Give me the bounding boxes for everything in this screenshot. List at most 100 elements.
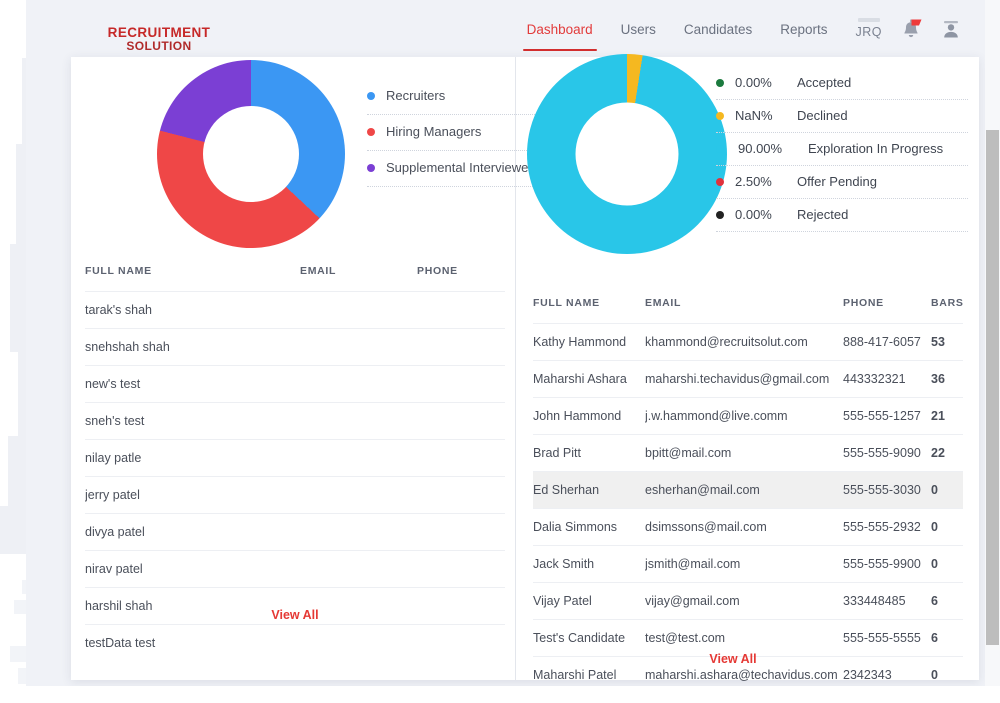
cell-email — [300, 550, 417, 588]
cell-phone: 555-555-9090 — [843, 434, 931, 472]
cell-email — [300, 328, 417, 366]
brand-logo[interactable]: RECRUITMENT SOLUTION — [84, 25, 234, 54]
brand-line-1: RECRUITMENT — [107, 25, 211, 40]
legend-color-dot — [367, 127, 375, 136]
legend-color-dot — [716, 210, 724, 219]
cell-phone — [417, 624, 505, 661]
legend-color-dot — [367, 163, 375, 172]
table-row[interactable]: Maharshi Ashara maharshi.techavidus@gmail… — [533, 360, 963, 398]
legend-label: Declined — [797, 108, 848, 123]
users-view-all-link[interactable]: View All — [85, 590, 505, 622]
main-navigation: Dashboard Users Candidates Reports JRQ — [513, 16, 962, 51]
cell-name: Brad Pitt — [533, 434, 645, 472]
cell-bars: 6 — [931, 582, 963, 620]
legend-label: Hiring Managers — [386, 124, 482, 139]
nav-item-users[interactable]: Users — [607, 16, 670, 51]
cell-phone: 333448485 — [843, 582, 931, 620]
cell-bars: 21 — [931, 397, 963, 435]
cell-name: new's test — [85, 365, 300, 403]
legend-item[interactable]: 0.00% Accepted — [716, 67, 968, 100]
cell-name: snehshah shah — [85, 328, 300, 366]
legend-color-dot — [716, 111, 724, 120]
table-row[interactable]: Kathy Hammond khammond@recruitsolut.com 88… — [533, 323, 963, 361]
app-root: RECRUITMENT SOLUTION Dashboard Users Can… — [0, 0, 1000, 703]
cell-name: Vijay Patel — [533, 582, 645, 620]
cell-phone — [417, 550, 505, 588]
cell-name: sneh's test — [85, 402, 300, 440]
candidates-donut-chart: 0.00% Accepted NaN% Declined 90.00% Expl… — [516, 54, 979, 257]
cell-phone — [417, 402, 505, 440]
page-scrollbar-track[interactable] — [985, 0, 1000, 686]
nav-item-candidates[interactable]: Candidates — [670, 16, 766, 51]
cell-name: Jack Smith — [533, 545, 645, 583]
cell-name: John Hammond — [533, 397, 645, 435]
candidates-chart-legend: 0.00% Accepted NaN% Declined 90.00% Expl… — [716, 67, 968, 232]
cell-bars: 6 — [931, 619, 963, 657]
user-initials[interactable]: JRQ — [856, 17, 883, 39]
table-row[interactable]: Vijay Patel vijay@gmail.com 333448485 6 — [533, 582, 963, 620]
table-row[interactable]: Ed Sherhan esherhan@mail.com 555-555-3030 0 — [533, 471, 963, 509]
cell-name: Ed Sherhan — [533, 471, 645, 509]
cell-email: j.w.hammond@live.comm — [645, 397, 843, 435]
legend-item[interactable]: NaN% Declined — [716, 100, 968, 133]
cell-name: jerry patel — [85, 476, 300, 514]
candidates-panel: 0.00% Accepted NaN% Declined 90.00% Expl… — [516, 54, 979, 257]
table-row[interactable]: John Hammond j.w.hammond@live.comm 555-555… — [533, 397, 963, 435]
legend-percent: 0.00% — [735, 75, 772, 90]
legend-label: Recruiters — [386, 88, 446, 103]
legend-label: Offer Pending — [797, 174, 877, 189]
column-header-phone[interactable]: PHONE — [417, 255, 505, 292]
table-row[interactable]: snehshah shah — [85, 328, 505, 366]
table-row[interactable]: Dalia Simmons dsimssons@mail.com 555-555-2… — [533, 508, 963, 546]
cell-email: jsmith@mail.com — [645, 545, 843, 583]
cell-email — [300, 402, 417, 440]
nav-item-dashboard[interactable]: Dashboard — [513, 16, 607, 51]
cell-email: bpitt@mail.com — [645, 434, 843, 472]
table-row[interactable]: tarak's shah — [85, 291, 505, 329]
table-row[interactable]: jerry patel — [85, 476, 505, 514]
table-row[interactable]: nirav patel — [85, 550, 505, 588]
legend-percent: 90.00% — [738, 141, 783, 156]
table-row[interactable]: sneh's test — [85, 402, 505, 440]
cell-bars: 0 — [931, 545, 963, 583]
cell-phone — [417, 513, 505, 551]
user-avatar-icon[interactable] — [940, 18, 962, 42]
bell-icon[interactable] — [900, 18, 922, 42]
cell-name: tarak's shah — [85, 291, 300, 329]
legend-item[interactable]: 90.00% Exploration In Progress — [716, 133, 968, 166]
table-row[interactable]: new's test — [85, 365, 505, 403]
legend-label: Rejected — [797, 207, 849, 222]
cell-email — [300, 291, 417, 329]
cell-email — [300, 476, 417, 514]
column-header-phone[interactable]: PHONE — [843, 287, 931, 324]
table-row[interactable]: nilay patle — [85, 439, 505, 477]
brand-line-2: SOLUTION — [126, 39, 192, 54]
column-header-email[interactable]: EMAIL — [300, 255, 417, 292]
cell-name: divya patel — [85, 513, 300, 551]
table-row[interactable]: Brad Pitt bpitt@mail.com 555-555-9090 22 — [533, 434, 963, 472]
column-header-full-name[interactable]: FULL NAME — [85, 255, 300, 292]
table-row[interactable]: divya patel — [85, 513, 505, 551]
page-scrollbar-thumb[interactable] — [986, 130, 999, 645]
table-row[interactable]: testData test — [85, 624, 505, 661]
cell-bars: 0 — [931, 471, 963, 509]
table-header-row: FULL NAME EMAIL PHONE BARS — [533, 287, 963, 324]
nav-item-reports[interactable]: Reports — [766, 16, 841, 51]
cell-email — [300, 365, 417, 403]
legend-item[interactable]: 0.00% Rejected — [716, 199, 968, 232]
cell-phone — [417, 476, 505, 514]
column-header-bars[interactable]: BARS — [931, 287, 963, 324]
column-header-full-name[interactable]: FULL NAME — [533, 287, 645, 324]
cell-phone — [417, 328, 505, 366]
cell-name: Maharshi Ashara — [533, 360, 645, 398]
legend-percent: 2.50% — [735, 174, 772, 189]
legend-item[interactable]: 2.50% Offer Pending — [716, 166, 968, 199]
cell-name: testData test — [85, 624, 300, 661]
cell-name: Dalia Simmons — [533, 508, 645, 546]
cell-phone: 443332321 — [843, 360, 931, 398]
cell-phone — [417, 291, 505, 329]
table-row[interactable]: Jack Smith jsmith@mail.com 555-555-9900 0 — [533, 545, 963, 583]
column-header-email[interactable]: EMAIL — [645, 287, 843, 324]
users-panel: Recruiters Hiring Managers Supplemental … — [71, 57, 577, 257]
candidates-view-all-link[interactable]: View All — [533, 634, 933, 666]
